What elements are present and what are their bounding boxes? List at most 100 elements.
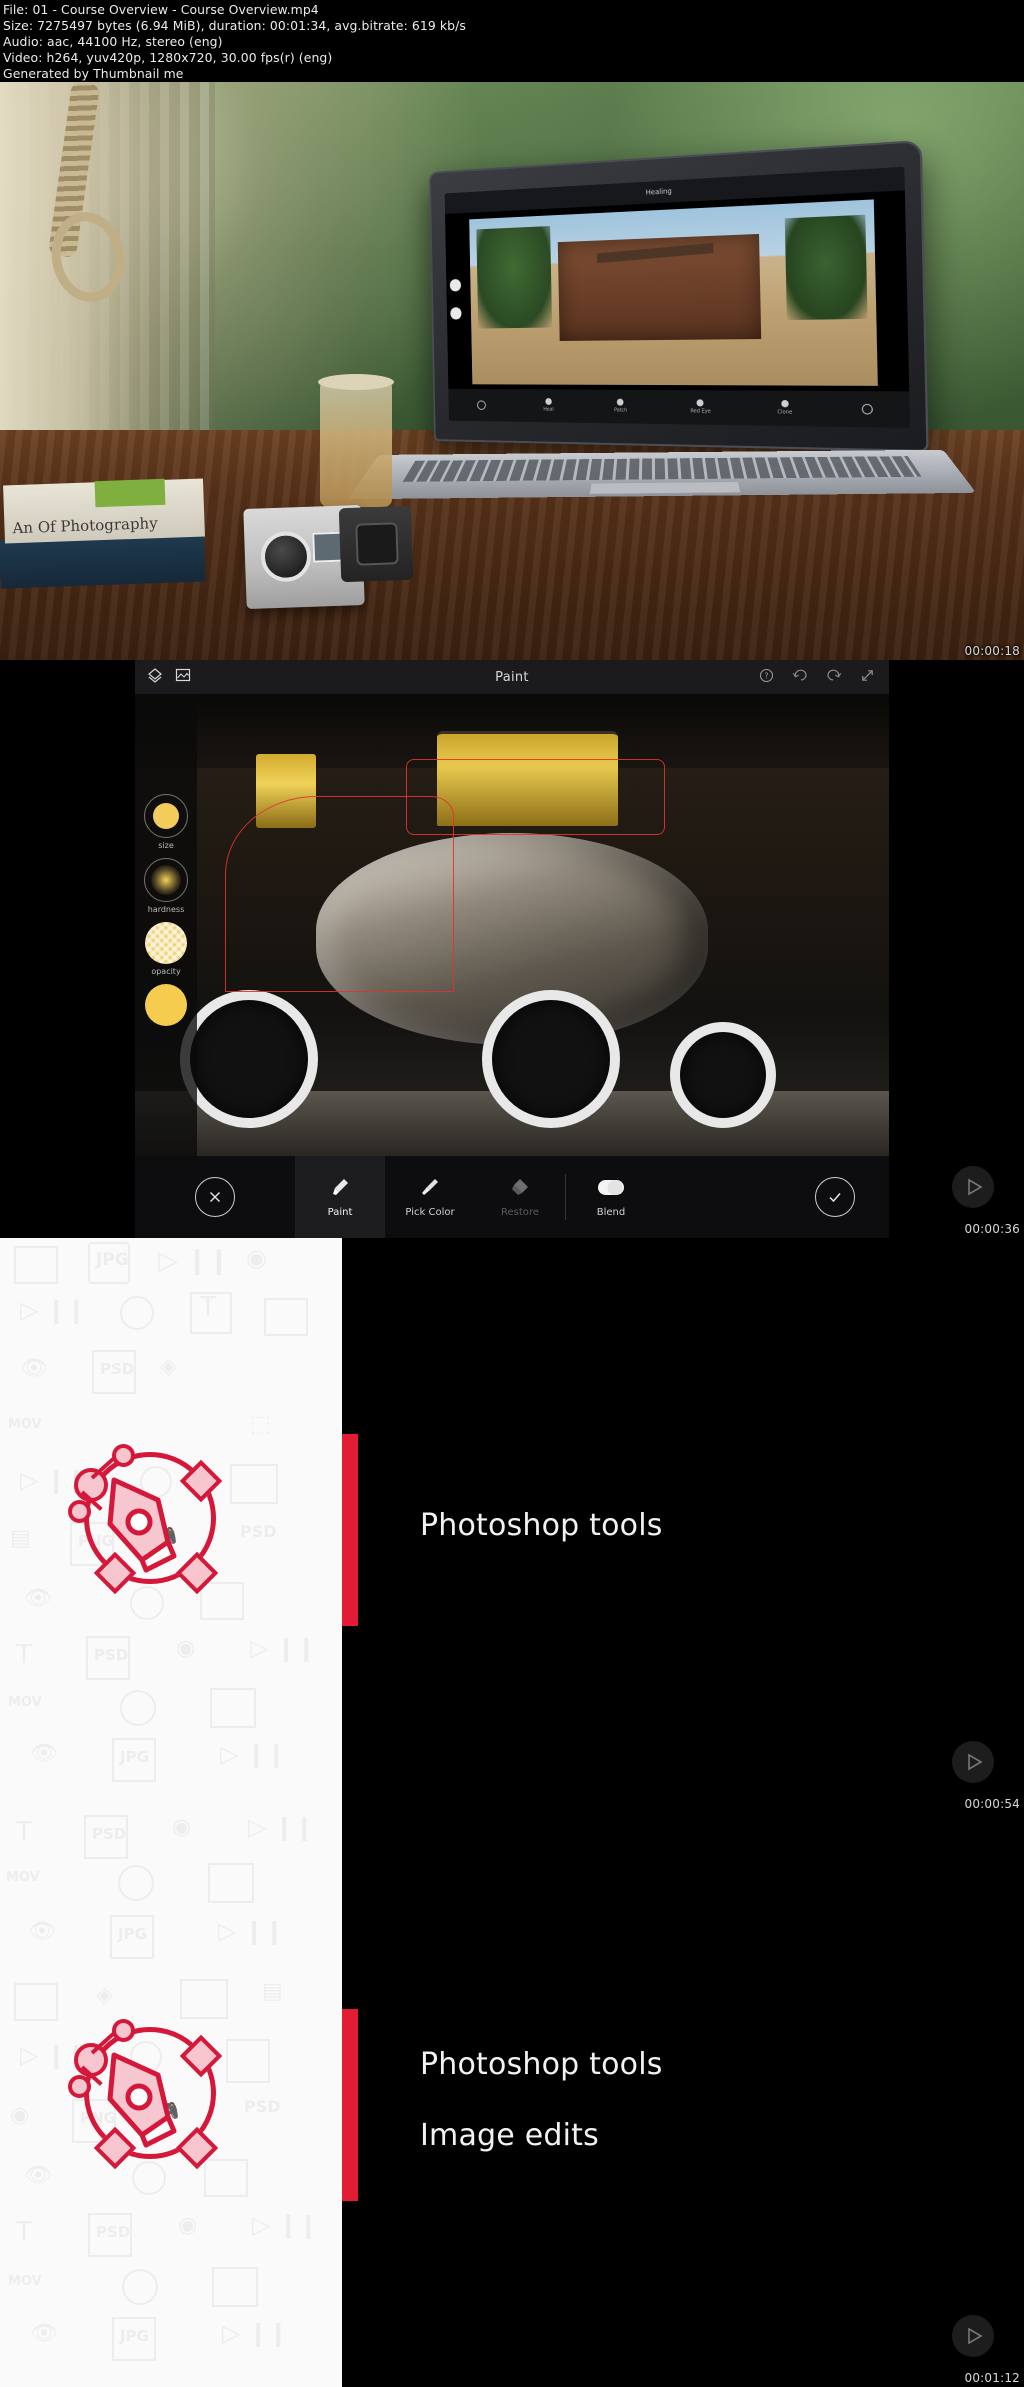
cancel-segment[interactable] — [135, 1156, 295, 1238]
tool-restore-label: Restore — [501, 1207, 539, 1218]
slide-accent-bar — [342, 2009, 358, 2201]
play-overlay-icon[interactable] — [952, 2315, 994, 2357]
undo-icon[interactable] — [792, 668, 808, 687]
tool-blend-label: Blend — [597, 1207, 625, 1218]
confirm-segment[interactable] — [656, 1156, 889, 1238]
laptop-side-button-1[interactable] — [450, 279, 461, 292]
cancel-icon[interactable] — [195, 1177, 235, 1217]
layers-icon[interactable] — [147, 667, 163, 687]
logo-pen-nib — [70, 1438, 230, 1598]
thumbnail-frame-4[interactable]: T PSD ◉ ▷ ❙❙ MOV 👁 JPG ▷ ❙❙ ◈ ▤ ▷ ❙❙ ◉ P… — [0, 1813, 1024, 2387]
paint-topbar: Paint ? — [135, 660, 889, 694]
paint-toolbar[interactable]: Paint Pick Color Restore Blend — [135, 1156, 889, 1238]
thumbnail-timestamp: 00:01:12 — [965, 2371, 1021, 2385]
loco-wheel-2 — [482, 990, 620, 1128]
eraser-icon — [509, 1176, 531, 1201]
brush-size-control[interactable]: size — [144, 794, 188, 850]
thumbnail-timestamp: 00:00:18 — [965, 644, 1021, 658]
paint-app-window: Paint ? size hardness opacity Paint Pick… — [135, 660, 889, 1238]
barn-roof — [597, 243, 714, 264]
camera-housing — [339, 506, 414, 582]
laptop-display: Healing Heal Patch Red Eye Clone — [445, 167, 910, 428]
laptop-photo-barn — [469, 200, 877, 386]
loco-wheel-3 — [670, 1022, 776, 1128]
laptop-app-toolbar[interactable]: Heal Patch Red Eye Clone — [448, 389, 910, 428]
laptop-tool-heal[interactable]: Heal — [543, 399, 554, 414]
laptop-app-title: Healing — [646, 187, 672, 196]
slide-line-2: Image edits — [420, 2118, 1024, 2153]
laptop-close-icon[interactable] — [477, 400, 486, 410]
thumbnail-timestamp: 00:00:36 — [965, 1222, 1021, 1236]
selection-path-2 — [406, 759, 664, 835]
blend-icon — [594, 1176, 628, 1201]
brush-opacity-label: opacity — [151, 967, 180, 976]
thumbnail-timestamp: 00:00:54 — [965, 1797, 1021, 1811]
brush-opacity-control[interactable]: opacity — [145, 922, 187, 976]
brush-hardness-swatch — [151, 865, 181, 895]
image-icon[interactable] — [175, 667, 191, 687]
loco-wheel-1 — [180, 990, 318, 1128]
info-line-audio: Audio: aac, 44100 Hz, stereo (eng) — [3, 34, 1024, 50]
scene-slide-photoshop-tools: JPG ▷ ❙❙ ◉ ▷ ❙❙ T 👁 PSD ◈ MOV ⬚ ▷ ❙❙ ▤ P… — [0, 1238, 1024, 1813]
info-line-file: File: 01 - Course Overview - Course Over… — [3, 2, 1024, 18]
tree-left — [477, 226, 553, 329]
slide-line-1: Photoshop tools — [420, 2047, 1024, 2082]
laptop-tool-clone[interactable]: Clone — [777, 400, 792, 416]
help-icon[interactable]: ? — [759, 668, 774, 687]
tool-restore[interactable]: Restore — [475, 1156, 565, 1238]
logo-pen-nib — [70, 2013, 230, 2173]
redo-icon[interactable] — [826, 668, 842, 687]
book-title: An Of Photography — [12, 514, 158, 537]
paint-brush-controls[interactable]: size hardness opacity — [135, 694, 197, 1156]
tool-pick-color[interactable]: Pick Color — [385, 1156, 475, 1238]
laptop-keyboard-base — [347, 450, 976, 500]
scene-desk-photo: Healing Heal Patch Red Eye Clone An Of P… — [0, 82, 1024, 660]
play-overlay-icon[interactable] — [952, 1166, 994, 1208]
svg-text:?: ? — [765, 671, 769, 680]
book-cover-accent — [95, 479, 166, 507]
slide-line-1: Photoshop tools — [420, 1508, 1024, 1543]
camera-lens — [260, 531, 312, 583]
eyedropper-icon — [419, 1176, 441, 1201]
scene-slide-image-edits: T PSD ◉ ▷ ❙❙ MOV 👁 JPG ▷ ❙❙ ◈ ▤ ▷ ❙❙ ◉ P… — [0, 1813, 1024, 2387]
laptop-trackpad — [589, 481, 741, 494]
brush-opacity-swatch[interactable] — [145, 922, 187, 964]
play-overlay-icon[interactable] — [952, 1741, 994, 1783]
brush-color-control[interactable] — [145, 984, 187, 1026]
scene-paint-app: Paint ? size hardness opacity Paint Pick… — [0, 660, 1024, 1238]
slide-pattern-panel: T PSD ◉ ▷ ❙❙ MOV 👁 JPG ▷ ❙❙ ◈ ▤ ▷ ❙❙ ◉ P… — [0, 1813, 342, 2387]
brush-hardness-ring[interactable] — [144, 858, 188, 902]
drink-glass — [320, 382, 392, 507]
brush-icon — [329, 1176, 351, 1201]
thumbnail-frame-1[interactable]: Healing Heal Patch Red Eye Clone An Of P… — [0, 82, 1024, 660]
brush-hardness-control[interactable]: hardness — [144, 858, 188, 914]
thumbnail-frame-2[interactable]: Paint ? size hardness opacity Paint Pick… — [0, 660, 1024, 1238]
barn — [558, 234, 761, 341]
tool-pick-color-label: Pick Color — [405, 1207, 454, 1218]
paint-canvas-locomotive[interactable] — [135, 694, 889, 1156]
drink-glass-rim — [318, 374, 394, 390]
thumbnail-frame-3[interactable]: JPG ▷ ❙❙ ◉ ▷ ❙❙ T 👁 PSD ◈ MOV ⬚ ▷ ❙❙ ▤ P… — [0, 1238, 1024, 1813]
tool-paint[interactable]: Paint — [295, 1156, 385, 1238]
brush-color-swatch[interactable] — [145, 984, 187, 1026]
tool-paint-label: Paint — [328, 1207, 353, 1218]
laptop-tool-patch[interactable]: Patch — [614, 399, 627, 414]
laptop-keyboard — [402, 456, 921, 481]
laptop-confirm-icon[interactable] — [862, 404, 873, 415]
brush-size-ring[interactable] — [144, 794, 188, 838]
pen-tool-logo — [70, 1438, 230, 1598]
laptop-side-button-2[interactable] — [450, 307, 461, 319]
pen-tool-logo — [70, 2013, 230, 2173]
thumbnail-sheet: Healing Heal Patch Red Eye Clone An Of P… — [0, 82, 1024, 2387]
info-line-video: Video: h264, yuv420p, 1280x720, 30.00 fp… — [3, 50, 1024, 66]
tool-blend[interactable]: Blend — [566, 1156, 656, 1238]
slide-pattern-panel: JPG ▷ ❙❙ ◉ ▷ ❙❙ T 👁 PSD ◈ MOV ⬚ ▷ ❙❙ ▤ P… — [0, 1238, 342, 1813]
confirm-icon[interactable] — [815, 1177, 855, 1217]
slide-text-panel: Photoshop tools Image edits — [358, 1813, 1024, 2387]
expand-icon[interactable] — [860, 668, 875, 687]
tree-right — [785, 215, 867, 320]
slide-accent-bar — [342, 1434, 358, 1626]
brush-size-swatch — [153, 803, 179, 829]
laptop-tool-red-eye[interactable]: Red Eye — [690, 400, 711, 415]
media-info-header: File: 01 - Course Overview - Course Over… — [0, 0, 1024, 82]
